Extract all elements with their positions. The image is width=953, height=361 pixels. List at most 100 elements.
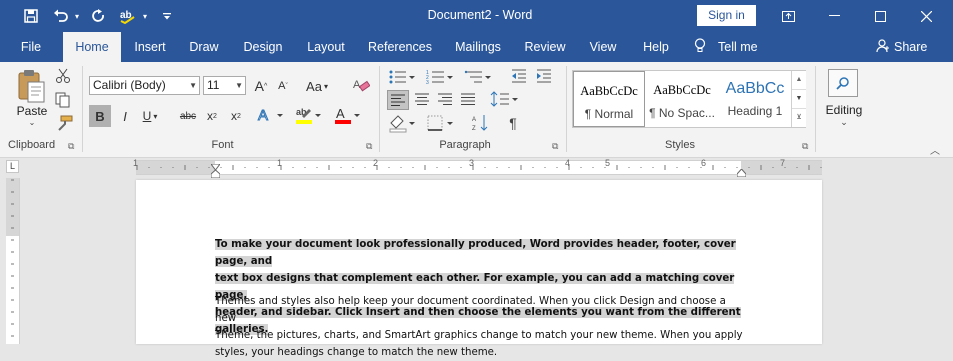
- text-effects-button[interactable]: A: [257, 105, 287, 127]
- superscript-button[interactable]: x2: [227, 106, 245, 126]
- vertical-ruler[interactable]: [6, 178, 20, 344]
- bullets-button[interactable]: [388, 68, 418, 86]
- format-painter-icon[interactable]: [55, 115, 73, 131]
- tab-draw[interactable]: Draw: [184, 32, 224, 62]
- increase-indent-icon[interactable]: [535, 68, 553, 86]
- tab-file[interactable]: File: [10, 32, 52, 62]
- text-line: Theme, the pictures, charts, and SmartAr…: [215, 330, 743, 341]
- underline-button[interactable]: U ▾: [139, 106, 161, 126]
- style-name: ¶ No Spac...: [649, 106, 715, 120]
- paste-dropdown-icon[interactable]: ⌄: [12, 118, 52, 127]
- styles-launcher-icon[interactable]: ⧉: [802, 141, 808, 152]
- tell-me-search[interactable]: Tell me: [694, 38, 762, 56]
- right-indent-marker[interactable]: [736, 166, 747, 178]
- tab-design[interactable]: Design: [236, 32, 290, 62]
- paste-button[interactable]: Paste: [12, 104, 52, 118]
- save-icon[interactable]: [20, 4, 42, 28]
- clipboard-group-label: Clipboard: [8, 139, 56, 151]
- hanging-indent-marker[interactable]: [210, 167, 221, 179]
- font-size-combo[interactable]: 11 ▼: [203, 76, 246, 95]
- document-page[interactable]: To make your document look professionall…: [136, 180, 822, 358]
- decrease-indent-icon[interactable]: [510, 68, 528, 86]
- maximize-icon[interactable]: [857, 0, 903, 32]
- sign-in-button[interactable]: Sign in: [697, 5, 756, 26]
- minimize-icon[interactable]: [811, 0, 857, 32]
- font-name-combo[interactable]: Calibri (Body) ▼: [89, 76, 200, 95]
- cut-icon[interactable]: [55, 68, 71, 84]
- style-name: Heading 1: [727, 104, 783, 118]
- shading-button[interactable]: [388, 113, 418, 133]
- tab-help[interactable]: Help: [634, 32, 678, 62]
- svg-text:A: A: [353, 79, 361, 91]
- font-launcher-icon[interactable]: ⧉: [366, 141, 372, 152]
- sort-icon[interactable]: AZ: [472, 113, 490, 133]
- collapse-ribbon-icon[interactable]: ︿: [930, 142, 940, 157]
- strikethrough-button[interactable]: abc: [177, 106, 199, 126]
- subscript-button[interactable]: x2: [203, 106, 221, 126]
- tab-selector-icon[interactable]: L: [6, 160, 19, 173]
- horizontal-ruler[interactable]: 1 1 2 3 4 5 6 7: [133, 158, 822, 179]
- multilevel-list-button[interactable]: [464, 68, 494, 86]
- tab-insert[interactable]: Insert: [127, 32, 173, 62]
- ribbon-display-options-icon[interactable]: [765, 0, 811, 32]
- grow-font-button[interactable]: A ^: [252, 76, 270, 96]
- paragraph-launcher-icon[interactable]: ⧉: [552, 141, 558, 152]
- search-icon[interactable]: [828, 69, 858, 97]
- body-paragraph[interactable]: Themes and styles also help keep your do…: [215, 293, 745, 361]
- redo-icon[interactable]: [88, 4, 110, 28]
- bold-button[interactable]: B: [89, 105, 111, 127]
- group-divider: [815, 66, 816, 152]
- editing-dropdown-icon[interactable]: ⌄: [822, 117, 866, 128]
- spelling-icon[interactable]: ab: [117, 4, 139, 28]
- change-case-button[interactable]: Aa ▾: [303, 76, 331, 96]
- svg-text:Z: Z: [472, 126, 476, 132]
- highlight-color-button[interactable]: ab: [294, 105, 324, 127]
- style-preview: AaBbCcDc: [653, 83, 711, 97]
- align-center-button[interactable]: [412, 90, 432, 110]
- clear-formatting-icon[interactable]: A: [352, 76, 371, 94]
- font-color-button[interactable]: A: [333, 105, 363, 127]
- numbering-button[interactable]: 123: [426, 68, 456, 86]
- style-heading-1[interactable]: AaBbCc Heading 1: [720, 71, 790, 127]
- paste-icon[interactable]: [14, 69, 48, 105]
- style-preview: AaBbCcDc: [580, 84, 638, 98]
- text-line: styles, your headings change to match th…: [215, 347, 498, 358]
- close-icon[interactable]: [903, 0, 949, 32]
- copy-icon[interactable]: [55, 92, 71, 108]
- share-button[interactable]: Share: [876, 38, 936, 56]
- undo-dropdown-icon[interactable]: ▾: [72, 4, 82, 28]
- align-left-button[interactable]: [387, 90, 409, 110]
- spelling-dropdown-icon[interactable]: ▾: [140, 4, 150, 28]
- align-right-button[interactable]: [435, 90, 455, 110]
- tab-layout[interactable]: Layout: [300, 32, 352, 62]
- bold-icon: B: [95, 108, 105, 124]
- lightbulb-icon: [694, 38, 710, 56]
- editing-button[interactable]: Editing: [822, 103, 866, 117]
- gallery-up-icon[interactable]: ▲: [792, 71, 806, 89]
- tab-view[interactable]: View: [582, 32, 624, 62]
- line-spacing-button[interactable]: [490, 90, 520, 110]
- group-divider: [379, 66, 380, 152]
- ruler-num: 6: [701, 158, 707, 168]
- customize-qat-icon[interactable]: [160, 4, 174, 28]
- borders-button[interactable]: [426, 113, 456, 133]
- tab-references[interactable]: References: [362, 32, 438, 62]
- gallery-down-icon[interactable]: ▼: [792, 89, 806, 108]
- svg-text:3: 3: [426, 80, 429, 86]
- undo-icon[interactable]: [50, 4, 72, 28]
- first-line-indent-marker[interactable]: [210, 159, 221, 171]
- clipboard-launcher-icon[interactable]: ⧉: [68, 141, 74, 152]
- ruler-num: 7: [780, 158, 786, 168]
- italic-button[interactable]: I: [116, 106, 134, 126]
- gallery-more-icon[interactable]: ⊻: [792, 108, 806, 127]
- grow-font-icon: A: [254, 78, 265, 94]
- justify-button[interactable]: [458, 90, 478, 110]
- tab-mailings[interactable]: Mailings: [448, 32, 508, 62]
- style-no-spacing[interactable]: AaBbCcDc ¶ No Spac...: [647, 71, 717, 127]
- style-normal[interactable]: AaBbCcDc ¶ Normal: [573, 71, 645, 127]
- tab-review[interactable]: Review: [518, 32, 572, 62]
- show-formatting-marks-icon[interactable]: ¶: [504, 113, 522, 133]
- shrink-font-button[interactable]: Aˇ: [274, 76, 292, 96]
- svg-text:A: A: [258, 107, 268, 124]
- tab-home[interactable]: Home: [63, 32, 121, 62]
